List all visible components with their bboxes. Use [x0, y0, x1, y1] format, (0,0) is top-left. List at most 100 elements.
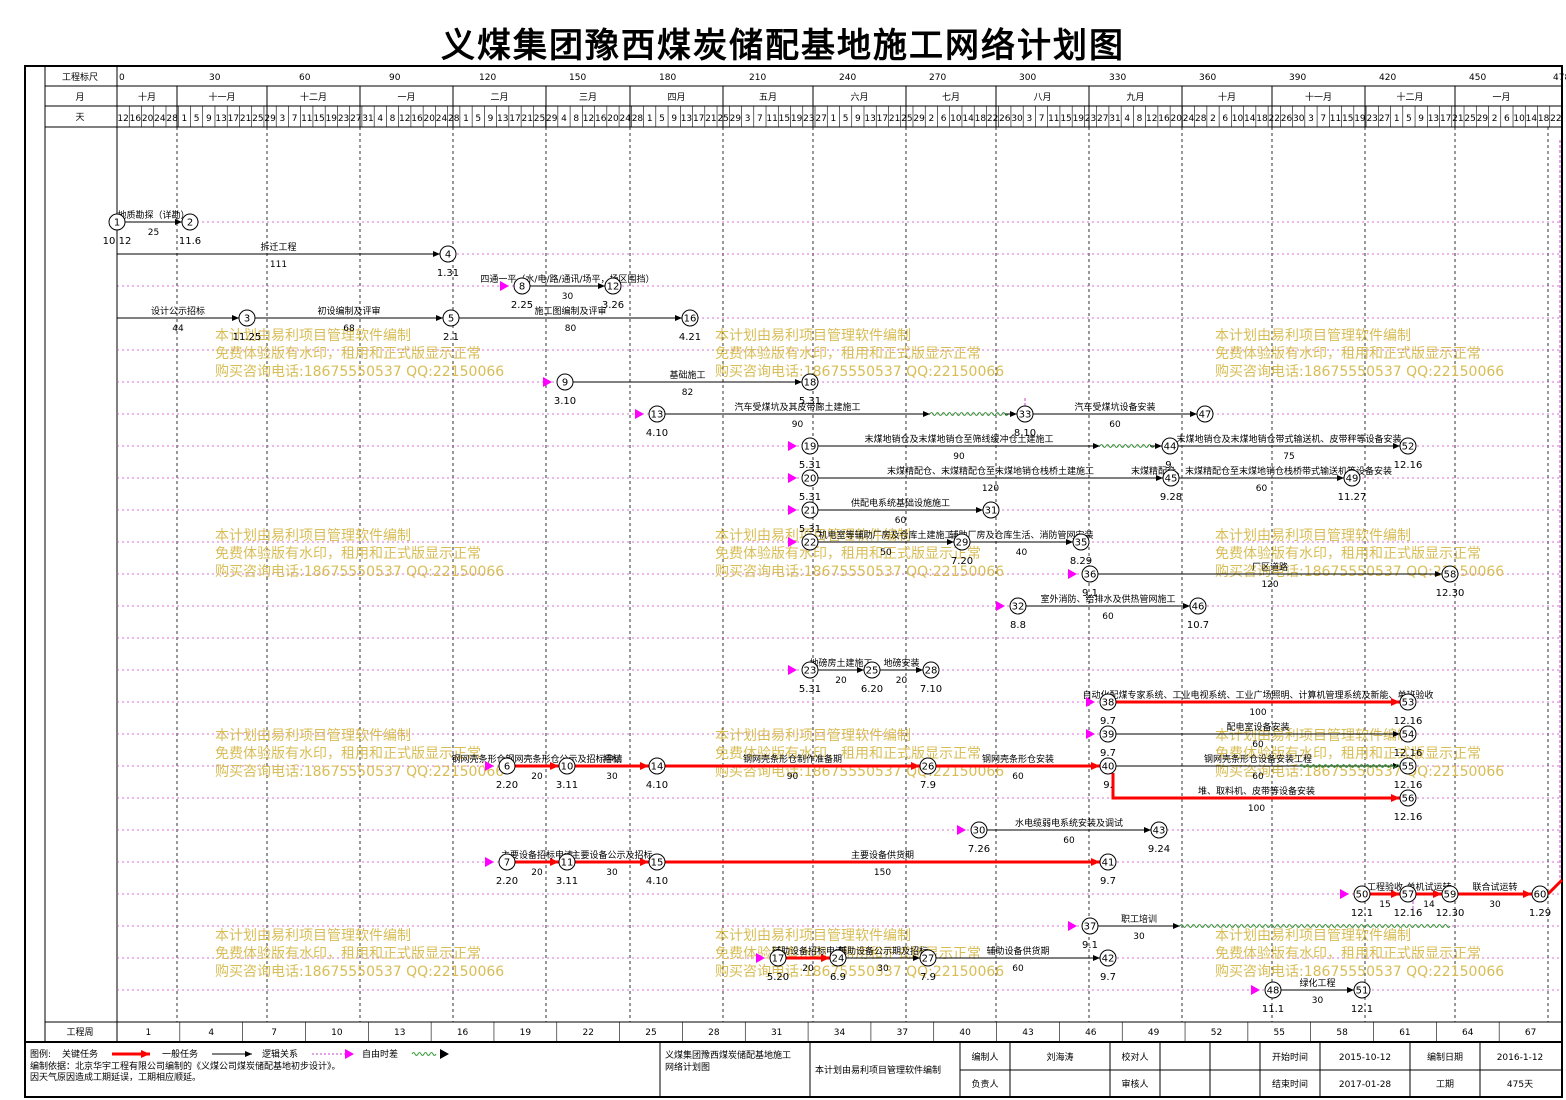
day-cell: 20 [607, 114, 619, 124]
task-duration: 25 [148, 228, 159, 238]
event-node-id: 20 [804, 474, 817, 485]
task-duration: 30 [1133, 932, 1145, 942]
free-float-marker [1251, 985, 1260, 995]
ruler-label: 工程标尺 [62, 71, 98, 83]
task-name: 汽车受煤坑设备安装 [1074, 401, 1155, 413]
task-name: 地磅房土建施工 [809, 657, 872, 669]
day-cell: 3 [1026, 114, 1032, 124]
event-node-id: 49 [1346, 474, 1359, 485]
free-float-marker [788, 505, 797, 515]
titleblock-project-2: 网络计划图 [665, 1061, 710, 1073]
event-node-date: 3.11 [556, 780, 578, 791]
week-cell: 52 [1211, 1028, 1222, 1038]
event-node-date: 2.20 [496, 876, 518, 887]
task-name: 绿化工程 [1299, 977, 1335, 989]
task-name: 设计公示招标 [151, 305, 205, 317]
task-duration: 20 [802, 964, 814, 974]
event-node-id: 29 [956, 538, 969, 549]
task-name: 基础施工 [669, 369, 705, 381]
event-node-date: 1.31 [437, 268, 459, 279]
task-name: 联合试运转 [1472, 881, 1517, 893]
day-cell: 26 [999, 114, 1011, 124]
legend-float-label: 自由时差 [362, 1048, 398, 1060]
ruler-tick-label: 240 [839, 73, 856, 83]
day-cell: 17 [228, 114, 239, 124]
titleblock-project-1: 义煤集团豫西煤炭储配基地施工 [665, 1049, 791, 1061]
event-node-id: 48 [1267, 986, 1280, 997]
day-cell: 17 [509, 114, 520, 124]
day-cell: 16 [1158, 114, 1170, 124]
day-cell: 3 [279, 114, 285, 124]
free-float-marker [485, 857, 494, 867]
watermark-text: 免费体验版有水印，租用和正式版显示正常 [215, 546, 481, 562]
event-node-date: 4.21 [679, 332, 701, 343]
event-node-date: 2.25 [511, 300, 533, 311]
watermark-text: 免费体验版有水印，租用和正式版显示正常 [715, 546, 981, 562]
day-cell: 18 [975, 114, 987, 124]
legend-logic-marker [345, 1049, 354, 1059]
day-cell: 16 [130, 114, 142, 124]
ruler-tick-label: 150 [569, 73, 586, 83]
week-cell: 28 [708, 1028, 720, 1038]
month-cell: 四月 [667, 92, 685, 103]
event-node-date: 8.8 [1010, 620, 1026, 631]
task-duration: 100 [1248, 804, 1265, 814]
day-cell: 14 [1526, 114, 1538, 124]
event-node-id: 3 [244, 314, 250, 325]
event-node-date: 4.10 [646, 428, 668, 439]
ruler-tick-label: 120 [479, 73, 496, 83]
task-duration: 30 [877, 964, 889, 974]
event-node-id: 53 [1402, 698, 1415, 709]
day-cell: 3 [745, 114, 751, 124]
event-node-id: 58 [1444, 570, 1457, 581]
event-node-date: 8.29 [1070, 556, 1092, 567]
day-cell: 1 [181, 114, 187, 124]
day-cell: 14 [1244, 114, 1256, 124]
event-node-date: 9. [1103, 780, 1113, 791]
week-cell: 58 [1336, 1028, 1348, 1038]
day-cell: 8 [390, 114, 396, 124]
event-node-date: 10.7 [1187, 620, 1209, 631]
day-cell: 10 [1513, 114, 1525, 124]
watermark-text: 免费体验版有水印，租用和正式版显示正常 [215, 746, 481, 762]
day-cell: 12 [117, 114, 128, 124]
day-cell: 28 [448, 114, 460, 124]
event-node-date: 6.9 [830, 972, 846, 983]
free-float-marker [635, 409, 644, 419]
task-name: 末煤精配仓、末煤精配仓至末煤地销仓栈桥土建施工 [887, 465, 1094, 477]
day-cell: 24 [1183, 114, 1195, 124]
event-node-id: 35 [1075, 538, 1088, 549]
week-cell: 67 [1525, 1028, 1536, 1038]
legend-normal-label: 一般任务 [162, 1048, 198, 1060]
task-duration: 60 [895, 516, 907, 526]
day-cell: 29 [730, 114, 742, 124]
day-cell: 9 [1418, 114, 1424, 124]
event-node-date: 5.31 [799, 396, 821, 407]
month-cell: 十一月 [208, 91, 235, 103]
task-duration: 100 [1249, 708, 1266, 718]
day-cell: 27 [1097, 114, 1108, 124]
task-duration: 60 [1252, 740, 1264, 750]
day-cell: 2 [928, 114, 934, 124]
task-name: 机电室等辅助厂房及仓库土建施工 [818, 529, 953, 541]
day-cell: 1 [463, 114, 469, 124]
made-label: 编制日期 [1427, 1051, 1463, 1063]
day-cell: 8 [573, 114, 579, 124]
watermark-layer: 本计划由易利项目管理软件编制免费体验版有水印，租用和正式版显示正常购买咨询电话:… [215, 328, 1504, 980]
event-node-date: 5.31 [799, 684, 821, 695]
day-cell: 18 [1256, 114, 1268, 124]
event-node-date: 12.16 [1394, 748, 1423, 759]
event-node-id: 60 [1534, 890, 1547, 901]
day-cell: 31 [362, 114, 373, 124]
month-cell: 七月 [942, 92, 960, 103]
task-name: 辅助设备供货期 [986, 945, 1049, 957]
day-cell: 13 [681, 114, 692, 124]
task-name: 钢网壳条形仓制作准备期 [743, 753, 842, 765]
day-cell: 1 [831, 114, 837, 124]
day-cell: 27 [815, 114, 826, 124]
day-cell: 30 [1293, 114, 1305, 124]
event-node-date: 11.6 [179, 236, 201, 247]
event-node-id: 24 [832, 954, 845, 965]
event-node-date: 11.1 [1262, 1004, 1284, 1015]
task-name: 四通一平（水/电/路/通讯/场平，场区围挡） [480, 273, 654, 285]
